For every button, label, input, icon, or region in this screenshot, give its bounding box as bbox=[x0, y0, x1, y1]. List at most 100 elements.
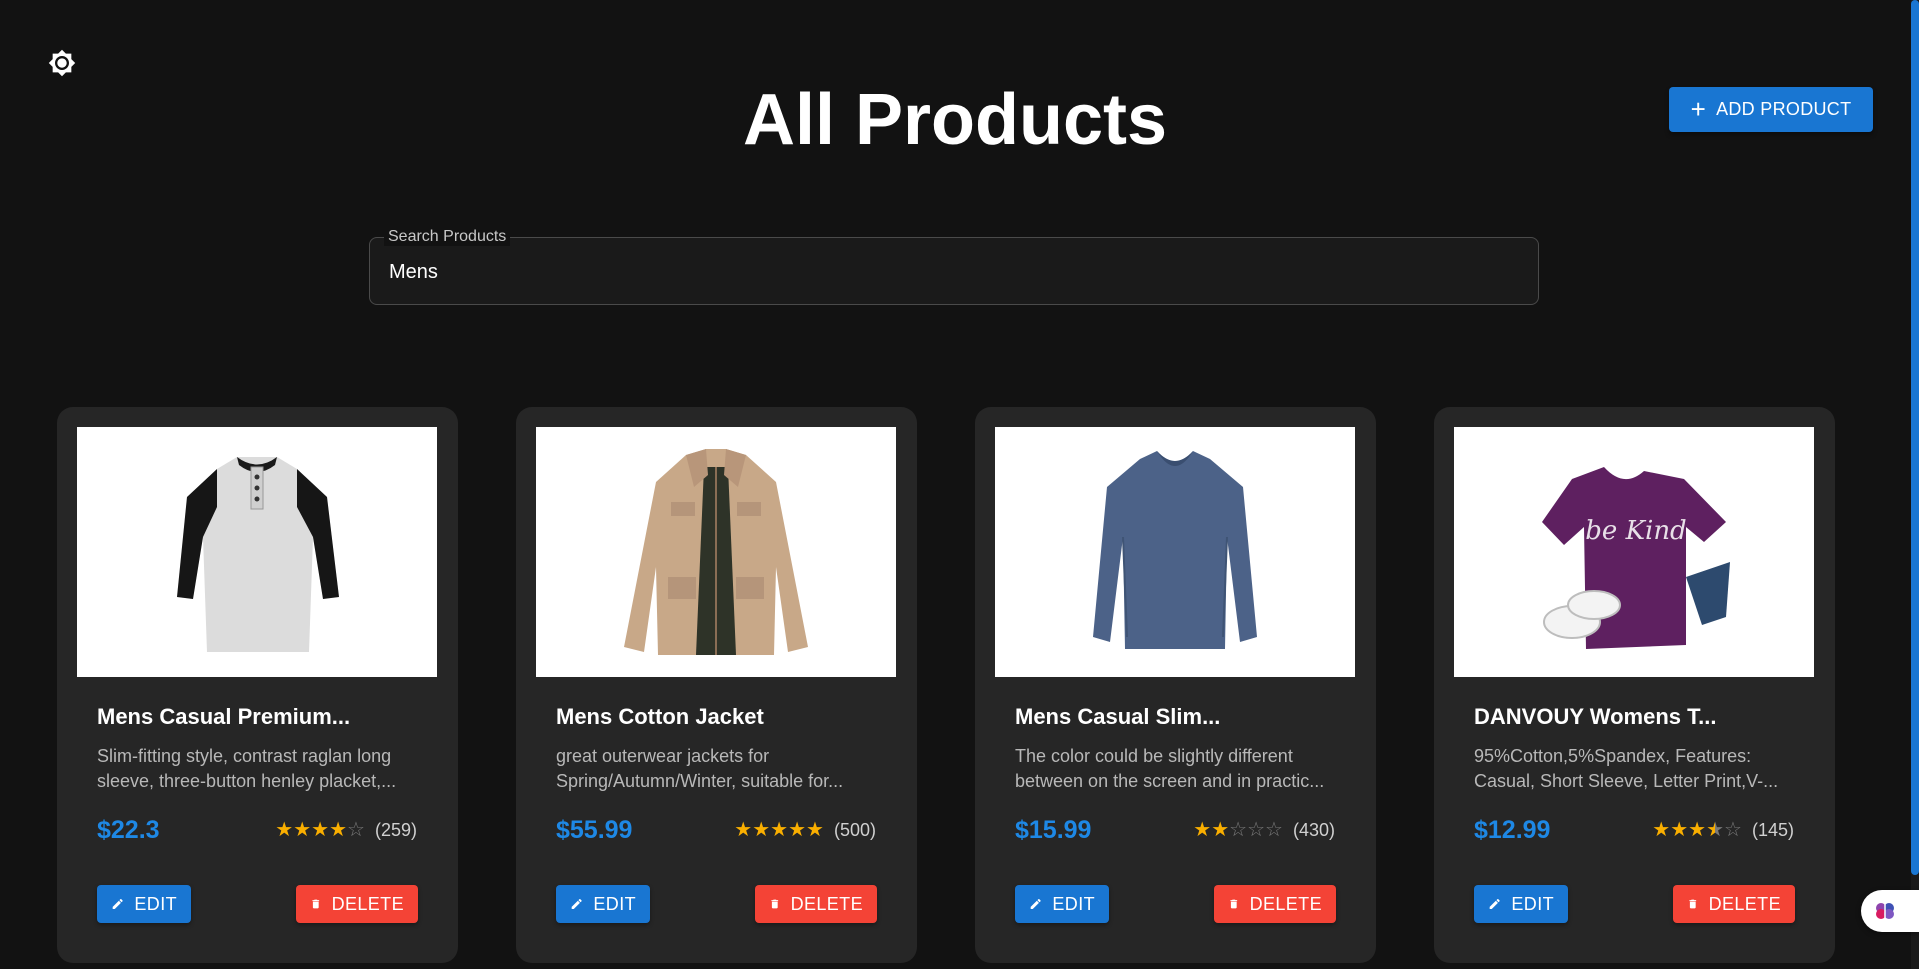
scrollbar-thumb[interactable] bbox=[1911, 0, 1919, 875]
search-input[interactable] bbox=[387, 256, 1521, 288]
product-title[interactable]: Mens Cotton Jacket bbox=[556, 704, 897, 730]
edit-button[interactable]: EDIT bbox=[97, 885, 191, 923]
page: All Products + ADD PRODUCT Search Produc… bbox=[0, 0, 1919, 969]
edit-button[interactable]: EDIT bbox=[556, 885, 650, 923]
star-full-icon: ★ bbox=[788, 819, 807, 841]
delete-label: DELETE bbox=[790, 893, 863, 914]
star-empty-icon: ☆ bbox=[1724, 819, 1742, 841]
product-title[interactable]: DANVOUY Womens T... bbox=[1474, 704, 1815, 730]
cotton-jacket-image bbox=[624, 449, 808, 655]
product-price: $55.99 bbox=[556, 816, 633, 844]
star-half-icon: ★ bbox=[1706, 819, 1725, 841]
product-rating: ★★☆☆☆ (430) bbox=[1193, 820, 1335, 841]
star-full-icon: ★ bbox=[1688, 819, 1707, 841]
rating-stars: ★★☆☆☆ bbox=[1193, 820, 1283, 841]
pencil-icon bbox=[571, 898, 582, 910]
scrollbar-track[interactable] bbox=[1911, 0, 1919, 969]
star-empty-icon: ☆ bbox=[1229, 819, 1248, 841]
price-row: $15.99 ★★☆☆☆ (430) bbox=[1015, 816, 1335, 845]
edit-label: EDIT bbox=[1052, 893, 1095, 914]
product-card: Mens Casual Premium... Slim-fitting styl… bbox=[57, 407, 458, 963]
rating-stars: ★★★★☆ bbox=[1652, 820, 1742, 841]
search-field[interactable]: Search Products bbox=[369, 228, 1539, 305]
star-empty-icon: ☆ bbox=[1265, 819, 1283, 841]
price-row: $12.99 ★★★★☆ (145) bbox=[1474, 816, 1794, 845]
delete-label: DELETE bbox=[1249, 893, 1322, 914]
card-actions: EDIT DELETE bbox=[1474, 885, 1795, 923]
henley-shirt-image bbox=[177, 457, 339, 652]
product-image bbox=[77, 427, 437, 677]
brightness-icon bbox=[48, 49, 76, 77]
card-actions: EDIT DELETE bbox=[97, 885, 418, 923]
product-title[interactable]: Mens Casual Slim... bbox=[1015, 704, 1356, 730]
delete-button[interactable]: DELETE bbox=[296, 885, 418, 923]
price-row: $22.3 ★★★★☆ (259) bbox=[97, 816, 417, 845]
product-rating: ★★★★★ (500) bbox=[734, 820, 876, 841]
plus-icon: + bbox=[1690, 93, 1707, 124]
trash-icon bbox=[1689, 899, 1697, 909]
star-full-icon: ★ bbox=[752, 819, 771, 841]
delete-button[interactable]: DELETE bbox=[1214, 885, 1336, 923]
product-price: $15.99 bbox=[1015, 816, 1092, 844]
product-rating: ★★★★☆ (259) bbox=[275, 820, 417, 841]
product-image bbox=[536, 427, 896, 677]
product-image bbox=[995, 427, 1355, 677]
star-full-icon: ★ bbox=[734, 819, 753, 841]
womens-tshirt-image: be Kind bbox=[1542, 467, 1730, 649]
delete-button[interactable]: DELETE bbox=[755, 885, 877, 923]
star-full-icon: ★ bbox=[1652, 819, 1671, 841]
rating-stars: ★★★★☆ bbox=[275, 820, 365, 841]
edit-button[interactable]: EDIT bbox=[1474, 885, 1568, 923]
edit-label: EDIT bbox=[1511, 893, 1554, 914]
edit-label: EDIT bbox=[134, 893, 177, 914]
card-actions: EDIT DELETE bbox=[556, 885, 877, 923]
star-empty-icon: ☆ bbox=[347, 819, 365, 841]
star-full-icon: ★ bbox=[806, 819, 824, 841]
add-product-button[interactable]: + ADD PRODUCT bbox=[1669, 87, 1873, 132]
shirt-print-text: be Kind bbox=[1585, 516, 1686, 546]
product-image: be Kind bbox=[1454, 427, 1814, 677]
card-actions: EDIT DELETE bbox=[1015, 885, 1336, 923]
rating-count: (430) bbox=[1292, 820, 1335, 840]
product-card: Mens Casual Slim... The color could be s… bbox=[975, 407, 1376, 963]
star-full-icon: ★ bbox=[293, 819, 312, 841]
rating-count: (145) bbox=[1751, 820, 1794, 840]
pencil-icon bbox=[1489, 898, 1500, 910]
product-card: be Kind DANVOUY Womens T... 95%Cotton,5%… bbox=[1434, 407, 1835, 963]
delete-button[interactable]: DELETE bbox=[1673, 885, 1795, 923]
star-full-icon: ★ bbox=[311, 819, 330, 841]
product-title[interactable]: Mens Casual Premium... bbox=[97, 704, 438, 730]
star-full-icon: ★ bbox=[275, 819, 294, 841]
add-product-label: ADD PRODUCT bbox=[1716, 99, 1852, 119]
product-description: The color could be slightly different be… bbox=[1015, 746, 1325, 791]
star-full-icon: ★ bbox=[329, 819, 348, 841]
product-price: $12.99 bbox=[1474, 816, 1551, 844]
trash-icon bbox=[312, 899, 320, 909]
trash-icon bbox=[1230, 899, 1238, 909]
search-label: Search Products bbox=[384, 228, 511, 246]
trash-icon bbox=[771, 899, 779, 909]
product-description: great outerwear jackets for Spring/Autum… bbox=[556, 746, 844, 791]
product-grid: Mens Casual Premium... Slim-fitting styl… bbox=[57, 407, 1835, 963]
product-description: Slim-fitting style, contrast raglan long… bbox=[97, 746, 397, 791]
star-full-icon: ★ bbox=[1211, 819, 1230, 841]
assistant-button[interactable] bbox=[1861, 890, 1919, 932]
slim-tee-image bbox=[1093, 451, 1257, 649]
edit-button[interactable]: EDIT bbox=[1015, 885, 1109, 923]
pencil-icon bbox=[112, 898, 123, 910]
rating-count: (259) bbox=[374, 820, 417, 840]
star-full-icon: ★ bbox=[1670, 819, 1689, 841]
brain-icon bbox=[1876, 903, 1894, 919]
product-card: Mens Cotton Jacket great outerwear jacke… bbox=[516, 407, 917, 963]
product-rating: ★★★★☆ (145) bbox=[1652, 820, 1794, 841]
star-full-icon: ★ bbox=[770, 819, 789, 841]
star-empty-icon: ☆ bbox=[1247, 819, 1266, 841]
theme-toggle-button[interactable] bbox=[45, 46, 79, 80]
rating-stars: ★★★★★ bbox=[734, 820, 824, 841]
delete-label: DELETE bbox=[331, 893, 404, 914]
price-row: $55.99 ★★★★★ (500) bbox=[556, 816, 876, 845]
product-description: 95%Cotton,5%Spandex, Features: Casual, S… bbox=[1474, 746, 1779, 791]
star-full-icon: ★ bbox=[1193, 819, 1212, 841]
pencil-icon bbox=[1030, 898, 1041, 910]
product-price: $22.3 bbox=[97, 816, 160, 844]
